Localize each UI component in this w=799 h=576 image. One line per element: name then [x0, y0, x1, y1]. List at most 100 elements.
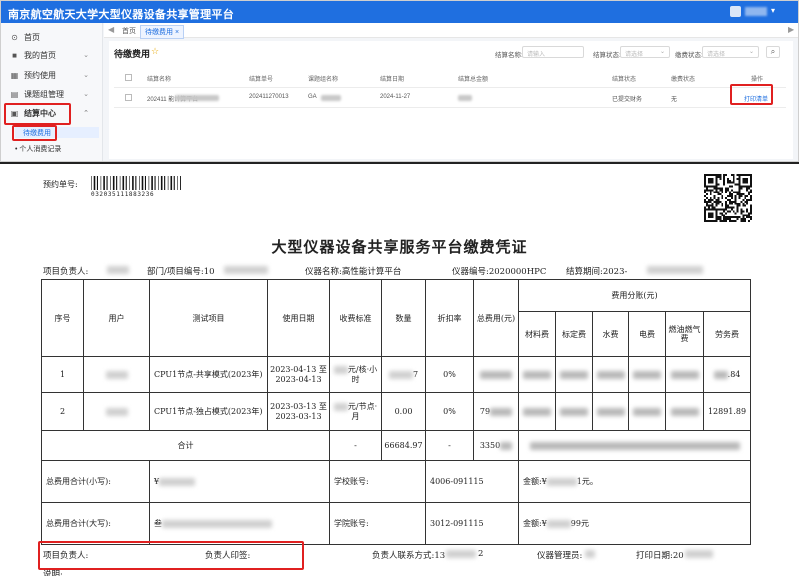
sidebar-item-home[interactable]: ⊙ 首页 [1, 29, 103, 45]
close-icon[interactable]: × [175, 29, 179, 36]
dept-project-number: 部门/项目编号:10 [147, 267, 215, 277]
settlement-period: 结算期间:2023- [566, 267, 628, 277]
sidebar-item-my-home[interactable]: ■ 我的首页 ⌄ [1, 47, 103, 63]
app-title: 南京航空航天大学大型仪器设备共享管理平台 [8, 9, 234, 21]
school-account-label: 学校账号: [329, 460, 426, 503]
header-use-date: 使用日期 [267, 279, 330, 357]
redacted-amount [162, 520, 272, 528]
avatar[interactable] [730, 6, 741, 17]
sum-total: 3350 [473, 430, 519, 461]
chevron-down-icon: ⌄ [659, 49, 665, 55]
row1-materials [518, 356, 556, 393]
table-row[interactable]: 202411 能计算平台 202411270013 GA 2024-11-27 … [114, 88, 786, 108]
fee-receipt-document: 预约单号: 032035111883236 大型仪器设备共享服务平台缴费凭证 项… [0, 164, 799, 576]
row1-discount: 0% [425, 356, 474, 393]
header-water: 水费 [592, 311, 629, 357]
school-amount: 金额:¥ 1元。 [517, 460, 752, 503]
settlement-app-window: 南京航空航天大学大型仪器设备共享管理平台 ▾ ⊙ 首页 ■ 我的首页 ⌄ ▦ 预… [0, 0, 799, 162]
select-all-checkbox[interactable] [125, 74, 132, 81]
row2-total-head: 79 [479, 407, 491, 416]
header-discount: 折扣率 [425, 279, 474, 357]
tab-home[interactable]: 首页 [122, 26, 136, 36]
total-big-row: 总费用合计(大写): 叁 学院账号: 3012-091115 金额:¥ 99元 [41, 502, 752, 545]
sidebar-item-label: 我的首页 [24, 50, 56, 60]
row1-qty-tail: 7 [412, 370, 419, 379]
fee-status-select[interactable]: 请选择 ⌄ [702, 46, 759, 58]
redacted-amount [546, 478, 577, 486]
sidebar-item-booking[interactable]: ▦ 预约使用 ⌄ [1, 67, 103, 83]
sidebar-subitem-consumption-records[interactable]: • 个人消费记录 [15, 144, 61, 154]
dashboard-icon: ■ [12, 50, 17, 60]
redacted-manager [585, 550, 595, 558]
instrument-number: 仪器编号:2020000HPC [452, 267, 547, 277]
row1-seq: 1 [41, 356, 84, 393]
table-row: 2 CPU1节点-独占模式(2023年) 2023-03-13 至2023-03… [41, 392, 752, 431]
page-title: 待缴费用 [114, 49, 151, 59]
header-fuel-gas: 燃油燃气费 [665, 311, 704, 357]
header-charge-standard: 收费标准 [329, 279, 382, 357]
chevron-down-icon: ⌄ [83, 72, 89, 79]
pi-label: 项目负责人: [43, 267, 89, 277]
redacted-pi [107, 266, 129, 274]
header-test-item: 测试项目 [149, 279, 268, 357]
school-amount-tail: 1元。 [576, 477, 598, 486]
highlight-box-signature [38, 541, 304, 570]
row2-user [83, 392, 150, 431]
table-sum-row: 合计 - 66684.97 - 3350 [41, 430, 752, 461]
footer-print-date: 打印日期:20 [636, 551, 684, 561]
redacted-user [105, 371, 128, 379]
col-actions: 操作 [751, 77, 764, 83]
row2-standard: 元/节点·月 [329, 392, 382, 431]
redacted-qty [388, 371, 413, 379]
settlement-name-input[interactable]: 请输入 [522, 46, 584, 58]
chevron-down-icon: ⌄ [748, 49, 754, 55]
cell-settlement-number: 202411270013 [249, 94, 289, 100]
redacted-project-number [224, 266, 268, 274]
redacted-rate [333, 402, 348, 411]
redacted-value [670, 408, 699, 416]
row2-calibration [555, 392, 593, 431]
filter-fee-label: 缴费状态: [675, 52, 703, 59]
chevron-up-icon: ⌃ [83, 110, 89, 117]
user-name-blurred[interactable] [745, 7, 767, 16]
star-icon[interactable]: ☆ [151, 46, 159, 57]
row1-water [592, 356, 629, 393]
redacted-total [500, 442, 513, 450]
select-value: 请选择 [707, 52, 726, 58]
footer-phone-tail: 2 [478, 549, 484, 559]
appointment-number-label: 预约单号: [43, 180, 78, 189]
tab-label: 待缴费用 [145, 29, 173, 36]
sidebar-item-group-management[interactable]: ▤ 课题组管理 ⌄ [1, 86, 103, 102]
header-seq: 序号 [41, 279, 84, 357]
row2-seq: 2 [41, 392, 84, 431]
row2-standard-text: 元/节点·月 [347, 401, 378, 421]
tab-bar: ◀ 首页 待缴费用 × ▶ [104, 23, 798, 39]
user-menu-caret-icon[interactable]: ▾ [771, 6, 775, 15]
table-row: 1 CPU1节点-共享模式(2023年) 2023-04-13 至2023-04… [41, 356, 752, 393]
footer-phone: 负责人联系方式:13 [372, 551, 446, 561]
calendar-icon: ▦ [10, 70, 19, 80]
redacted-value [713, 371, 728, 379]
settlement-status-select[interactable]: 请选择 ⌄ [620, 46, 670, 58]
redacted-value [596, 371, 625, 379]
row2-item: CPU1节点-独占模式(2023年) [149, 392, 268, 431]
search-button[interactable]: ⌕ [766, 46, 780, 58]
tab-pending-fees[interactable]: 待缴费用 × [140, 25, 185, 39]
row-checkbox[interactable] [125, 94, 132, 101]
college-amount-tail: 99元 [570, 519, 589, 528]
tab-scroll-left-icon[interactable]: ◀ [108, 25, 114, 34]
row1-standard-text: 元/核·小时 [347, 364, 378, 384]
college-amount: 金额:¥ 99元 [517, 502, 752, 545]
header-cost-split: 费用分账(元) [517, 279, 752, 312]
redacted-amount [159, 478, 196, 486]
redacted-value [633, 371, 661, 379]
tab-scroll-right-icon[interactable]: ▶ [788, 25, 794, 34]
row1-date: 2023-04-13 至2023-04-13 [267, 356, 330, 393]
header-user: 用户 [83, 279, 150, 357]
filter-name-label: 结算名称: [495, 52, 523, 59]
row2-total: 79 [473, 392, 519, 431]
redacted-user [105, 408, 128, 416]
sidebar-item-label: 预约使用 [24, 70, 56, 80]
redacted-rate [333, 365, 348, 374]
redacted-amount [546, 520, 571, 528]
